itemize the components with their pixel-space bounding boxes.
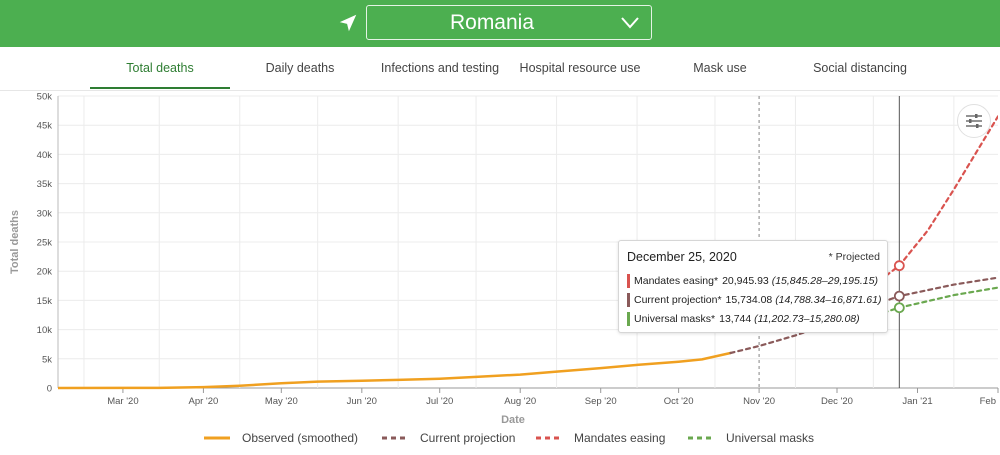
tooltip-projected-note: * Projected <box>828 251 880 263</box>
tab-mask-use[interactable]: Mask use <box>670 61 770 75</box>
y-tick-label: 50k <box>37 92 53 103</box>
y-tick-label: 25k <box>37 238 53 249</box>
universal-masks-swatch <box>627 312 630 326</box>
current-projection-swatch <box>627 293 630 307</box>
y-tick-label: 5k <box>42 354 52 365</box>
y-tick-label: 45k <box>37 121 53 132</box>
y-tick-label: 30k <box>37 208 53 219</box>
x-tick-label: Dec '20 <box>821 396 853 407</box>
tooltip-row-ci: (11,202.73–15,280.08) <box>754 312 860 325</box>
tooltip-date: December 25, 2020 <box>627 250 737 264</box>
mandates-easing-swatch <box>627 274 630 288</box>
y-tick-label: 40k <box>37 150 53 161</box>
tooltip-row-label: Mandates easing* <box>634 274 719 287</box>
tooltip-row-value: 20,945.93 <box>722 274 769 287</box>
tab-daily-deaths[interactable]: Daily deaths <box>240 61 360 75</box>
y-tick-label: 0 <box>47 384 52 395</box>
mandates-easing-hover-point <box>893 260 905 272</box>
current-projection-legend-label: Current projection <box>420 431 515 445</box>
chart-legend: Observed (smoothed) Current projection Man… <box>204 431 814 445</box>
x-tick-label: Apr '20 <box>189 396 219 407</box>
mandates-easing-series-line <box>872 115 998 287</box>
universal-masks-legend-label: Universal masks <box>726 431 814 445</box>
country-select[interactable]: Romania <box>366 5 652 40</box>
chevron-down-icon <box>621 17 639 29</box>
tooltip-row-value: 13,744 <box>719 312 752 325</box>
tab-social-distancing[interactable]: Social distancing <box>790 61 930 75</box>
tooltip-row-current-projection: Current projection* 15,734.08 (14,788.34–… <box>627 293 881 307</box>
y-tick-label: 10k <box>37 325 53 336</box>
x-tick-label: Jan '21 <box>902 396 932 407</box>
y-tick-label: 20k <box>37 267 53 278</box>
x-tick-label: Sep '20 <box>585 396 617 407</box>
tooltip-row-ci: (14,788.34–16,871.61) <box>775 293 882 306</box>
y-axis-label: Total deaths <box>9 210 21 274</box>
x-tick-label: May '20 <box>265 396 298 407</box>
tooltip-row-label: Universal masks* <box>634 312 716 325</box>
x-tick-label: Jun '20 <box>347 396 377 407</box>
tab-bar: Total deaths Daily deaths Infections and… <box>0 47 1000 91</box>
sliders-icon <box>966 114 982 128</box>
y-tick-label: 15k <box>37 296 53 307</box>
x-axis-label: Date <box>501 414 525 426</box>
y-tick-label: 35k <box>37 179 53 190</box>
chart-settings-button[interactable] <box>957 104 991 138</box>
tooltip-row-value: 15,734.08 <box>725 293 773 306</box>
tooltip-row-mandates-easing: Mandates easing* 20,945.93 (15,845.28–29,… <box>627 274 878 288</box>
tooltip-row-ci: (15,845.28–29,195.15) <box>771 274 878 287</box>
observed-smoothed-legend-label: Observed (smoothed) <box>242 431 358 445</box>
tab-hospital-resource-use[interactable]: Hospital resource use <box>510 61 650 75</box>
tooltip-row-universal-masks: Universal masks* 13,744 (11,202.73–15,280… <box>627 312 860 326</box>
current-projection-hover-point <box>893 290 905 302</box>
active-tab-indicator <box>90 87 230 89</box>
x-tick-label: Feb <box>980 396 996 407</box>
hover-tooltip: December 25, 2020 * Projected Mandates e… <box>618 240 888 333</box>
x-tick-label: Aug '20 <box>504 396 536 407</box>
x-tick-label: Oct '20 <box>664 396 694 407</box>
x-tick-label: Nov '20 <box>743 396 775 407</box>
tab-total-deaths[interactable]: Total deaths <box>90 61 230 75</box>
country-label: Romania <box>449 11 535 34</box>
x-tick-label: Mar '20 <box>107 396 138 407</box>
tab-infections-testing[interactable]: Infections and testing <box>370 61 510 75</box>
navigation-arrow-icon[interactable] <box>337 12 359 34</box>
universal-masks-hover-point <box>893 302 905 314</box>
tooltip-row-label: Current projection* <box>634 293 722 306</box>
x-tick-label: Jul '20 <box>426 396 453 407</box>
header-bar: Romania <box>0 0 1000 47</box>
mandates-easing-legend-label: Mandates easing <box>574 431 665 445</box>
